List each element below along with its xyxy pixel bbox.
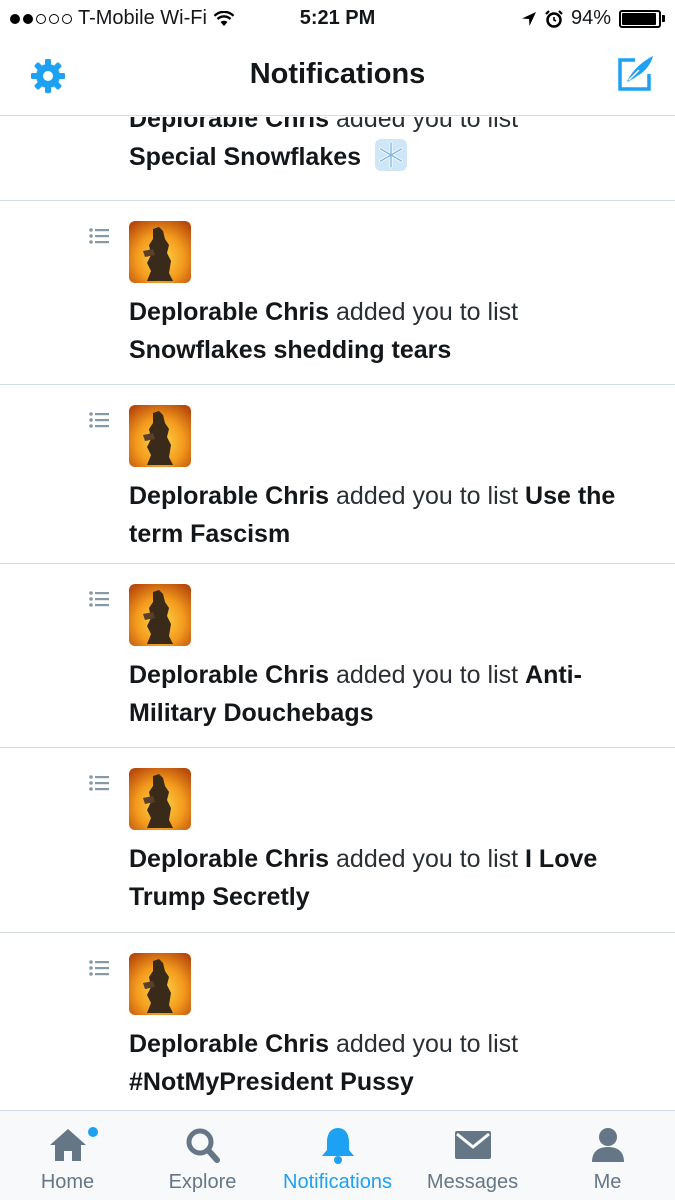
tab-me[interactable]: Me: [540, 1111, 675, 1200]
list-icon: [89, 775, 109, 791]
tab-label: Explore: [168, 1171, 237, 1193]
compose-tweet-icon[interactable]: [615, 52, 657, 94]
tab-messages[interactable]: Messages: [405, 1111, 540, 1200]
location-arrow-icon: [521, 11, 536, 26]
notification-action: added you to list: [329, 482, 526, 510]
notification-item[interactable]: Deplorable Chris added you to list Anti-…: [0, 564, 675, 748]
tab-label: Messages: [426, 1171, 519, 1193]
avatar[interactable]: [129, 953, 191, 1015]
avatar[interactable]: [129, 584, 191, 646]
notification-user[interactable]: Deplorable Chris: [129, 298, 329, 326]
notification-item[interactable]: Deplorable Chris added you to list Use t…: [0, 385, 675, 564]
notifications-feed[interactable]: Deplorable Chris added you to list Speci…: [0, 117, 675, 1110]
tab-explore[interactable]: Explore: [135, 1111, 270, 1200]
notification-item[interactable]: Deplorable Chris added you to list #NotM…: [0, 933, 675, 1110]
alarm-icon: [545, 9, 563, 28]
notification-user[interactable]: Deplorable Chris: [129, 1030, 329, 1058]
tab-label: Notifications: [283, 1171, 392, 1193]
list-icon: [89, 960, 109, 976]
notification-text: Deplorable Chris added you to list Anti-…: [129, 656, 645, 732]
page-title: Notifications: [249, 58, 426, 90]
notification-action: added you to list: [329, 298, 519, 326]
status-bar: T-Mobile Wi-Fi 5:21 PM 94%: [0, 0, 675, 38]
person-icon: [591, 1128, 624, 1162]
nav-bar: Notifications: [0, 38, 675, 116]
battery-icon: [619, 9, 665, 28]
notification-action: added you to list: [329, 117, 519, 133]
avatar[interactable]: [129, 221, 191, 283]
unread-badge: [88, 1127, 98, 1137]
notification-text: Deplorable Chris added you to list Snowf…: [129, 293, 645, 369]
notification-text: Deplorable Chris added you to list #NotM…: [129, 1025, 645, 1101]
snowflake-icon: [375, 139, 407, 171]
notification-item[interactable]: Deplorable Chris added you to list Snowf…: [0, 201, 675, 385]
battery-percent: 94%: [570, 7, 611, 29]
avatar[interactable]: [129, 768, 191, 830]
notification-text: Deplorable Chris added you to list I Lov…: [129, 840, 645, 916]
notification-user[interactable]: Deplorable Chris: [129, 117, 329, 133]
notification-user[interactable]: Deplorable Chris: [129, 845, 329, 873]
notification-list-name[interactable]: Special Snowflakes: [129, 143, 361, 171]
notification-list-name[interactable]: #NotMyPresident Pussy: [129, 1068, 414, 1096]
envelope-icon: [454, 1131, 491, 1159]
notification-list-name[interactable]: Snowflakes shedding tears: [129, 336, 451, 364]
status-right: 94%: [521, 7, 665, 30]
list-icon: [89, 412, 109, 428]
tab-notifications[interactable]: Notifications: [270, 1111, 405, 1200]
notification-item[interactable]: Deplorable Chris added you to list Speci…: [0, 117, 675, 201]
notification-item[interactable]: Deplorable Chris added you to list I Lov…: [0, 748, 675, 933]
list-icon: [89, 591, 109, 607]
notification-user[interactable]: Deplorable Chris: [129, 482, 329, 510]
tab-bar: Home Explore Notifications Messages Me: [0, 1110, 675, 1200]
notification-action: added you to list: [329, 1030, 519, 1058]
notification-action: added you to list: [329, 661, 526, 689]
notification-text: Deplorable Chris added you to list Use t…: [129, 477, 645, 553]
bell-icon: [321, 1128, 354, 1164]
tab-home[interactable]: Home: [0, 1111, 135, 1200]
notification-action: added you to list: [329, 845, 526, 873]
tab-label: Home: [40, 1171, 95, 1193]
notification-text: Deplorable Chris added you to list Speci…: [129, 117, 645, 176]
home-icon: [49, 1129, 86, 1161]
notification-user[interactable]: Deplorable Chris: [129, 661, 329, 689]
tab-label: Me: [593, 1171, 622, 1193]
list-icon: [89, 228, 109, 244]
search-icon: [186, 1128, 220, 1163]
avatar[interactable]: [129, 405, 191, 467]
